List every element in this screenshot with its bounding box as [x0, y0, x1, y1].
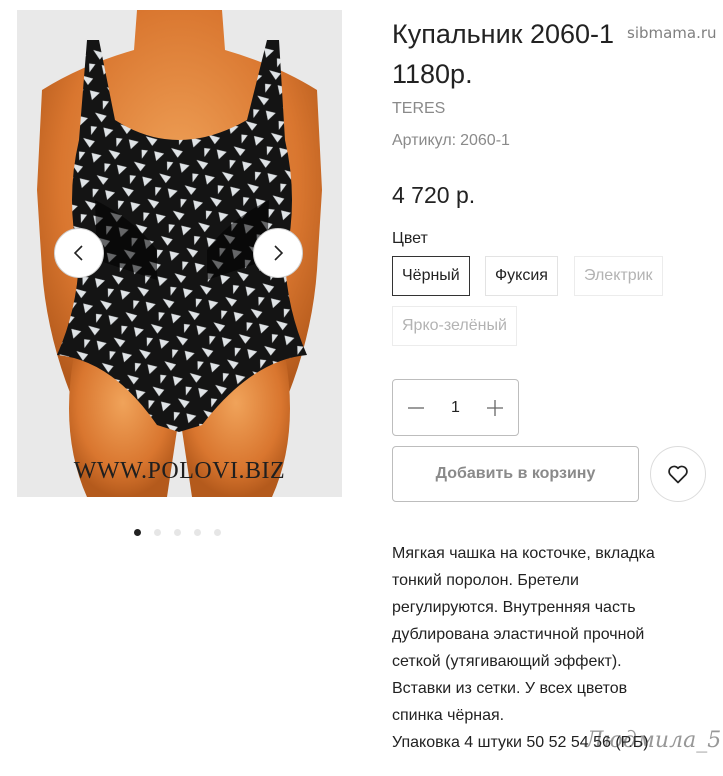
- product-description: Мягкая чашка на косточке, вкладка тонкий…: [392, 540, 712, 756]
- chevron-right-icon: [274, 245, 284, 261]
- product-brand: TERES: [392, 100, 446, 117]
- gallery-pagination: [134, 529, 221, 536]
- add-to-cart-button[interactable]: Добавить в корзину: [392, 446, 639, 502]
- increase-quantity-button[interactable]: [486, 399, 504, 417]
- description-line: Вставки из сетки. У всех цветов: [392, 680, 628, 697]
- heart-icon: [668, 465, 688, 484]
- minus-icon: [408, 406, 424, 409]
- color-label: Цвет: [392, 230, 428, 247]
- product-title-line: Купальник 2060-1: [392, 19, 615, 49]
- description-line: дублирована эластичной прочной: [392, 626, 645, 643]
- product-price: 4 720 р.: [392, 182, 476, 208]
- gallery-dot[interactable]: [134, 529, 141, 536]
- gallery-dot[interactable]: [194, 529, 201, 536]
- site-watermark: WWW.POLOVI.BIZ: [73, 458, 286, 484]
- product-sku: Артикул: 2060-1: [392, 132, 510, 150]
- gallery-dot[interactable]: [174, 529, 181, 536]
- quantity-value[interactable]: 1: [451, 399, 460, 417]
- description-line: спинка чёрная.: [392, 707, 505, 724]
- overlay-watermark-bottom: Людмила_5: [585, 728, 722, 753]
- plus-icon: [487, 399, 503, 416]
- sku-label: Артикул:: [392, 132, 457, 149]
- product-gallery: WWW.POLOVI.BIZ: [17, 10, 342, 497]
- product-title-line: 1180р.: [392, 59, 473, 89]
- chevron-left-icon: [73, 245, 83, 261]
- gallery-dot[interactable]: [154, 529, 161, 536]
- decrease-quantity-button[interactable]: [407, 399, 425, 417]
- quantity-stepper: 1: [392, 379, 519, 436]
- gallery-prev-button[interactable]: [54, 228, 104, 278]
- wishlist-button[interactable]: [650, 446, 706, 502]
- gallery-next-button[interactable]: [253, 228, 303, 278]
- color-option-bright-green[interactable]: Ярко-зелёный: [392, 306, 517, 346]
- color-option-fuchsia[interactable]: Фуксия: [485, 256, 558, 296]
- sku-value: 2060-1: [460, 132, 510, 149]
- description-line: регулируются. Внутренняя часть: [392, 599, 636, 616]
- color-option-black[interactable]: Чёрный: [392, 256, 470, 296]
- description-line: сеткой (утягивающий эффект).: [392, 653, 622, 670]
- color-option-electric[interactable]: Электрик: [574, 256, 663, 296]
- gallery-dot[interactable]: [214, 529, 221, 536]
- description-line: Мягкая чашка на косточке, вкладка: [392, 545, 655, 562]
- description-line: тонкий поролон. Бретели: [392, 572, 579, 589]
- overlay-watermark-top: sibmama.ru: [627, 24, 717, 42]
